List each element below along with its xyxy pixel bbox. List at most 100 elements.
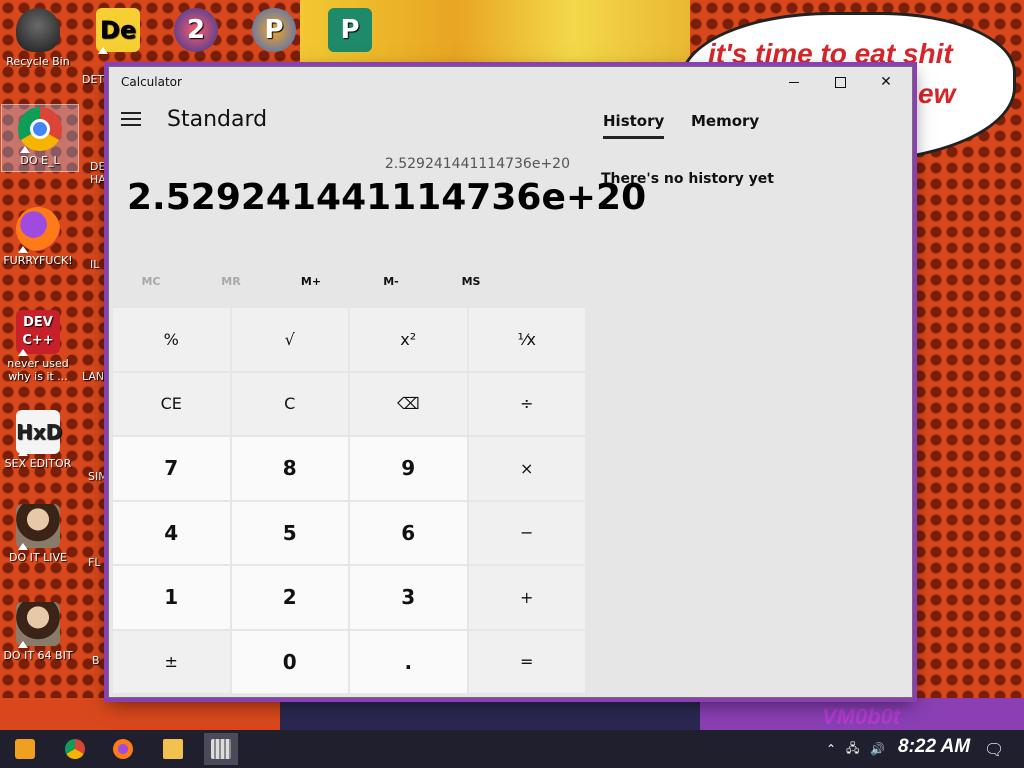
- hex-editor-icon: HxD: [16, 410, 62, 456]
- maximize-button[interactable]: [817, 67, 863, 97]
- desktop-icon-do-it-live[interactable]: DO IT LIVE: [0, 502, 76, 564]
- partial-label: DET: [82, 73, 105, 86]
- watermark-text: VM0b0t: [822, 704, 901, 729]
- key-decimal[interactable]: .: [350, 630, 467, 693]
- desktop-icon-label: Recycle Bin: [6, 55, 70, 68]
- partial-label: LAN: [82, 370, 105, 383]
- firefox-icon: [113, 739, 133, 759]
- memory-recall-button[interactable]: MR: [191, 275, 271, 288]
- key-square[interactable]: x²: [350, 308, 467, 371]
- close-icon: ✕: [880, 74, 892, 90]
- key-add[interactable]: +: [468, 566, 585, 629]
- memory-row: MC MR M+ M- MS: [109, 275, 589, 297]
- taskbar-chrome[interactable]: [58, 733, 92, 765]
- chrome-icon: [65, 739, 85, 759]
- key-backspace[interactable]: ⌫: [350, 372, 467, 435]
- minimize-icon: [789, 81, 799, 83]
- mode-title: Standard: [167, 107, 268, 132]
- recycle-bin-icon: [16, 8, 60, 52]
- taskbar: ⌃ 🖧 🔊 8:22 AM 🗨: [0, 730, 1024, 768]
- desktop-icon-label: DO E_L: [20, 154, 60, 167]
- key-digit-7[interactable]: 7: [113, 437, 230, 500]
- portrait-icon: [16, 602, 60, 648]
- start-button[interactable]: [8, 733, 42, 765]
- taskbar-firefox[interactable]: [106, 733, 140, 765]
- chrome-icon: [18, 107, 62, 153]
- minimize-button[interactable]: [771, 67, 817, 97]
- key-digit-0[interactable]: 0: [231, 630, 348, 693]
- desktop-icon-de[interactable]: De: [80, 6, 156, 55]
- history-empty-message: There's no history yet: [601, 171, 774, 187]
- bubble-line-1: it's time to eat shit: [708, 38, 953, 69]
- volume-icon[interactable]: 🔊: [870, 730, 885, 768]
- p-app-icon: P: [252, 8, 296, 52]
- key-digit-6[interactable]: 6: [350, 501, 467, 564]
- taskbar-file-explorer[interactable]: [156, 733, 190, 765]
- memory-add-button[interactable]: M+: [271, 275, 351, 288]
- window-title: Calculator: [121, 75, 182, 89]
- start-icon: [15, 739, 35, 759]
- key-percent[interactable]: %: [113, 308, 230, 371]
- navigation-menu-button[interactable]: [121, 112, 143, 128]
- devcpp-icon: DEV C++: [16, 310, 60, 356]
- memory-subtract-button[interactable]: M-: [351, 275, 431, 288]
- folder-icon: [163, 739, 183, 759]
- maximize-icon: [834, 76, 846, 88]
- desktop-icon-firefox[interactable]: FURRYFUCK!: [0, 205, 76, 267]
- key-digit-2[interactable]: 2: [231, 566, 348, 629]
- desktop-icon-label: FURRYFUCK!: [3, 254, 73, 267]
- partial-label: SIM: [88, 470, 108, 483]
- publisher-icon: P: [328, 8, 372, 52]
- desktop-icon-label: DO IT 64 BIT: [3, 649, 73, 662]
- key-clear[interactable]: C: [231, 372, 348, 435]
- key-digit-5[interactable]: 5: [231, 501, 348, 564]
- network-icon[interactable]: 🖧: [846, 730, 859, 768]
- key-negate[interactable]: ±: [113, 630, 230, 693]
- taskbar-calculator[interactable]: [204, 733, 238, 765]
- key-reciprocal[interactable]: ¹⁄x: [468, 308, 585, 371]
- desktop-icon-hex-editor[interactable]: HxD SEX EDITOR: [0, 408, 76, 470]
- key-digit-8[interactable]: 8: [231, 437, 348, 500]
- firefox-icon: [16, 207, 60, 253]
- key-digit-3[interactable]: 3: [350, 566, 467, 629]
- key-divide[interactable]: ÷: [468, 372, 585, 435]
- tab-memory[interactable]: Memory: [691, 112, 759, 130]
- memory-clear-button[interactable]: MC: [111, 275, 191, 288]
- desktop-icon-publisher[interactable]: P: [312, 6, 388, 55]
- key-multiply[interactable]: ×: [468, 437, 585, 500]
- partial-label: DE HA: [90, 160, 106, 186]
- desktop-icon-label: DO IT LIVE: [9, 551, 67, 564]
- partial-label: FL: [88, 556, 101, 569]
- partial-label: B: [92, 654, 100, 667]
- key-digit-9[interactable]: 9: [350, 437, 467, 500]
- portrait-icon: [16, 504, 60, 550]
- tray-chevron-icon[interactable]: ⌃: [826, 730, 836, 768]
- calculator-window: Calculator ✕ Standard 2.529241441114736e…: [108, 66, 913, 698]
- key-equals[interactable]: =: [468, 630, 585, 693]
- keypad: % √ x² ¹⁄x CE C ⌫ ÷ 7 8 9 × 4 5 6− 1 2 3 + ±0. =: [113, 308, 585, 693]
- key-digit-4[interactable]: 4: [113, 501, 230, 564]
- desktop-icon-game-2[interactable]: 2: [158, 6, 234, 55]
- calculator-icon: [211, 739, 231, 759]
- key-digit-1[interactable]: 1: [113, 566, 230, 629]
- desktop-icon-chrome[interactable]: DO E_L: [1, 104, 79, 172]
- key-square-root[interactable]: √: [231, 308, 348, 371]
- title-bar[interactable]: Calculator ✕: [109, 67, 912, 97]
- key-clear-entry[interactable]: CE: [113, 372, 230, 435]
- memory-store-button[interactable]: MS: [431, 275, 511, 288]
- desktop-icon-label: SEX EDITOR: [4, 457, 72, 470]
- desktop-icon-devcpp[interactable]: DEV C++ never used why is it ...: [0, 308, 76, 383]
- close-button[interactable]: ✕: [863, 67, 909, 97]
- key-subtract[interactable]: −: [468, 501, 585, 564]
- desktop-icon-do-it-64-bit[interactable]: DO IT 64 BIT: [0, 600, 76, 662]
- expression-display: 2.529241441114736e+20: [384, 156, 570, 172]
- desktop-icon-p-app[interactable]: P: [236, 6, 312, 55]
- result-display: 2.529241441114736e+20: [127, 177, 647, 218]
- desktop-icon-label: never used why is it ...: [7, 357, 69, 383]
- notifications-icon[interactable]: 🗨: [984, 730, 1004, 768]
- de-app-icon: De: [96, 8, 140, 54]
- desktop-icon-recycle-bin[interactable]: Recycle Bin: [0, 6, 76, 68]
- game-icon: 2: [174, 8, 218, 52]
- tab-history[interactable]: History: [603, 112, 665, 139]
- taskbar-clock[interactable]: 8:22 AM: [898, 736, 970, 758]
